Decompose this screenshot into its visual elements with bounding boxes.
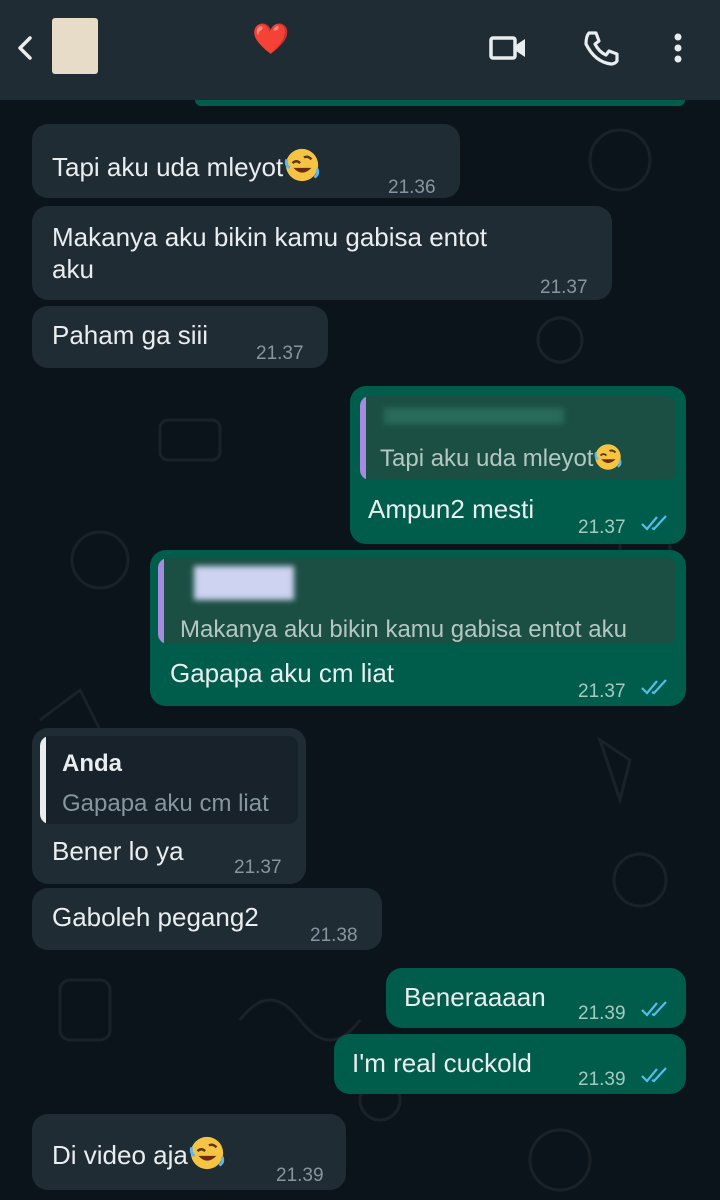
quoted-message[interactable]: Makanya aku bikin kamu gabisa entot aku [158,558,676,644]
message-outgoing[interactable]: I'm real cuckold 21.39 [334,1034,686,1094]
message-text: Bener lo ya [52,836,184,866]
message-time: 21.39 [578,1069,626,1090]
message-incoming[interactable]: Di video aja 21.39 [32,1114,346,1190]
read-ticks-icon [641,515,667,531]
message-incoming[interactable]: Tapi aku uda mleyot 21.36 [32,124,460,198]
message-incoming[interactable]: Anda Gapapa aku cm liat Bener lo ya 21.3… [32,728,306,884]
message-text: Beneraaaan [404,982,546,1012]
message-outgoing[interactable]: Tapi aku uda mleyot Ampun2 mesti 21.37 [350,386,686,544]
message-time: 21.37 [256,343,304,364]
video-call-icon[interactable] [488,28,528,68]
message-outgoing[interactable]: Makanya aku bikin kamu gabisa entot aku … [150,550,686,706]
read-ticks-icon [641,1067,667,1083]
message-time: 21.39 [578,1003,626,1024]
avatar[interactable] [52,18,98,74]
quote-bar [40,736,46,824]
rofl-emoji-icon [285,148,320,182]
quoted-message[interactable]: Anda Gapapa aku cm liat [40,736,298,824]
message-text: Gaboleh pegang2 [52,902,259,932]
message-time: 21.37 [234,857,282,878]
message-text: Gapapa aku cm liat [170,658,395,688]
rofl-emoji-icon [594,444,623,470]
message-time: 21.39 [276,1165,324,1186]
message-text-line-1: Makanya aku bikin kamu gabisa entot [52,222,488,252]
message-text: Ampun2 mesti [368,494,535,524]
message-incoming[interactable]: Paham ga siii 21.37 [32,306,328,368]
message-incoming[interactable]: Makanya aku bikin kamu gabisa entot aku … [32,206,612,300]
quote-text: Gapapa aku cm liat [62,790,269,817]
message-incoming[interactable]: Gaboleh pegang2 21.38 [32,888,382,950]
contact-name[interactable]: ❤️ [252,22,289,57]
phone-icon[interactable] [580,28,620,68]
message-time: 21.37 [578,517,626,538]
previous-message-edge [195,100,685,106]
more-vertical-icon[interactable] [658,28,698,68]
read-ticks-icon [641,679,667,695]
quoted-message[interactable]: Tapi aku uda mleyot [360,396,676,480]
message-text: Di video aja [52,1134,226,1172]
message-text-line-2: aku [52,254,94,284]
message-text: Tapi aku uda mleyot [52,146,321,184]
message-time: 21.37 [540,277,588,298]
message-time: 21.38 [310,925,358,946]
rofl-emoji-icon [189,1136,225,1170]
quote-author: Anda [62,750,122,777]
quote-bar [158,558,164,644]
quote-bar [360,396,366,480]
message-text: Paham ga siii [52,320,209,350]
quote-text: Makanya aku bikin kamu gabisa entot aku [180,616,627,643]
read-ticks-icon [641,1001,667,1017]
chat-header: ❤️ [0,0,720,100]
message-outgoing[interactable]: Beneraaaan 21.39 [386,968,686,1028]
quote-text: Tapi aku uda mleyot [380,442,623,474]
quote-author-redacted [194,566,294,600]
quote-author-redacted [384,408,564,424]
message-time: 21.36 [388,177,436,198]
back-arrow-icon[interactable] [8,30,44,66]
message-text: I'm real cuckold [352,1048,532,1078]
message-time: 21.37 [578,681,626,702]
